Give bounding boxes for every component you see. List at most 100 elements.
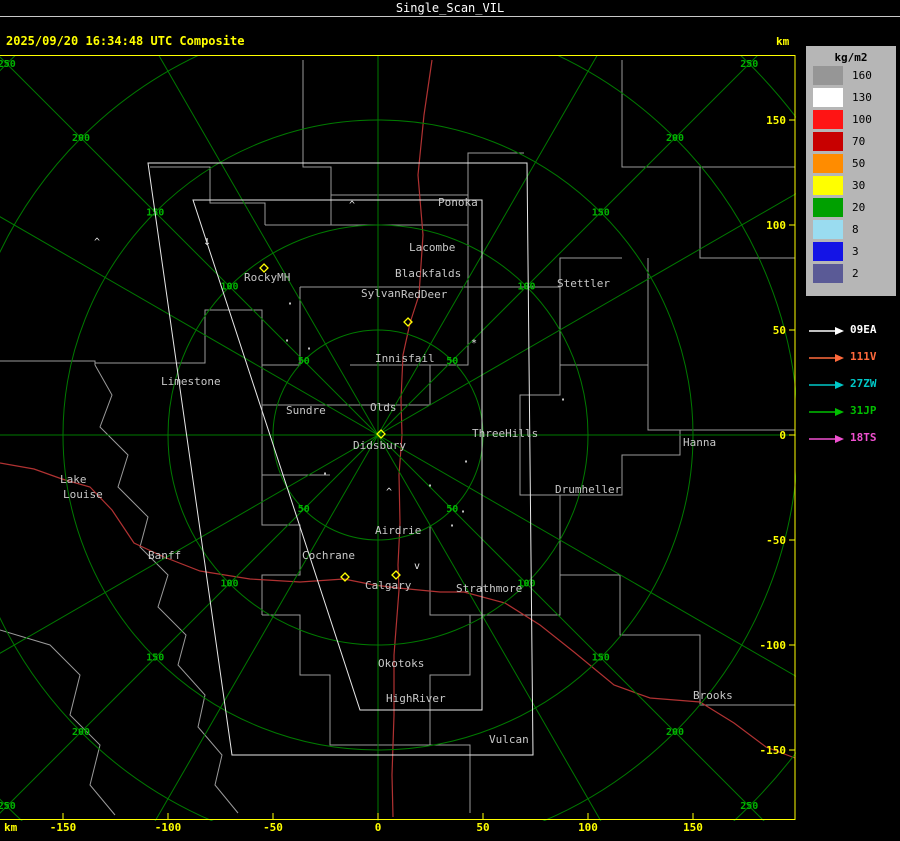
radar-site-legend: 09EA 111V 27ZW 31JP 18TS <box>806 318 900 453</box>
radar-id-label: 18TS <box>850 431 877 444</box>
radar-id-label: 111V <box>850 350 877 363</box>
bottom-axis-label: 150 <box>683 821 703 834</box>
right-axis-label: 50 <box>773 324 786 337</box>
city-label: Limestone <box>161 375 221 388</box>
bottom-axis-label: -150 <box>49 821 77 834</box>
city-label: RockyMH <box>244 271 290 284</box>
colorbar-swatch <box>813 198 843 217</box>
county-boundary-line <box>699 167 795 259</box>
county-boundary-line <box>150 166 266 225</box>
county-boundary-line <box>95 309 263 365</box>
colorbar-value: 3 <box>852 245 859 258</box>
range-ring-label: 150 <box>592 207 610 218</box>
range-ring-label: 250 <box>740 59 758 70</box>
arrow-head <box>835 327 844 335</box>
city-label: Lacombe <box>409 241 455 254</box>
colorbar-row: 160 <box>813 65 896 86</box>
city-label: Blackfalds <box>395 267 461 280</box>
range-ring-label: 100 <box>517 282 535 293</box>
range-ring-label: 250 <box>0 59 16 70</box>
radar-arrow-icon <box>809 381 844 389</box>
county-boundary-line <box>647 258 795 431</box>
county-boundary-line <box>0 629 116 816</box>
range-ring-label: 200 <box>72 727 90 738</box>
city-label: Cochrane <box>302 549 355 562</box>
county-boundary-line <box>0 360 96 365</box>
city-label: Drumheller <box>555 483 622 496</box>
title-separator <box>0 16 900 17</box>
colorbar-value: 160 <box>852 69 872 82</box>
colorbar-row: 100 <box>813 109 896 130</box>
radar-id-label: 31JP <box>850 404 877 417</box>
range-ring-label: 50 <box>298 356 310 367</box>
county-boundary-line <box>261 287 301 405</box>
city-label: Banff <box>148 549 181 562</box>
azimuth-line <box>0 55 759 814</box>
county-boundary-line <box>94 364 239 814</box>
colorbar-swatch <box>813 176 843 195</box>
colorbar-row: 70 <box>813 131 896 152</box>
bottom-axis: km -150 -100 -50 0 50 100 150 <box>0 821 800 839</box>
colorbar-row: 130 <box>813 87 896 108</box>
county-boundary-line <box>559 495 795 706</box>
city-label: Didsbury <box>353 439 406 452</box>
city-label: Vulcan <box>489 733 529 746</box>
bottom-axis-unit-label: km <box>4 821 18 834</box>
colorbar-value: 130 <box>852 91 872 104</box>
city-label: Olds <box>370 401 397 414</box>
radar-legend-row: 31JP <box>806 399 900 426</box>
point-marker: ^ <box>386 487 392 498</box>
colorbar-value: 8 <box>852 223 859 236</box>
radar-map-canvas: 50 5050 50100 100100 100150 150150 150200 20020… <box>0 55 796 821</box>
colorbar-value: 30 <box>852 179 866 192</box>
radar-arrow-icon <box>809 408 844 416</box>
point-marker: v <box>414 561 420 572</box>
radar-legend-row: 111V <box>806 345 900 372</box>
colorbar-value: 100 <box>852 113 872 126</box>
radar-arrow-icon <box>809 327 844 335</box>
colorbar-swatch <box>813 132 843 151</box>
right-axis-label: 100 <box>766 219 786 232</box>
point-marker: · <box>321 467 329 482</box>
city-label: Strathmore <box>456 582 522 595</box>
colorbar-panel: kg/m2 160 130 100 70 50 30 20 8 3 2 <box>806 46 896 296</box>
range-ring-label: 200 <box>666 133 684 144</box>
county-boundary-line <box>262 614 430 746</box>
point-marker: ^ <box>94 237 100 248</box>
city-label: Sundre <box>286 404 326 417</box>
range-ring <box>0 55 796 821</box>
right-axis-unit-label: km <box>776 35 790 48</box>
right-axis-label: 150 <box>766 114 786 127</box>
colorbar-row: 20 <box>813 197 896 218</box>
point-marker: ^ <box>349 200 355 211</box>
range-ring-label: 250 <box>0 801 16 812</box>
point-marker: · <box>286 297 294 312</box>
colorbar-row: 2 <box>813 263 896 284</box>
county-boundary-line <box>262 365 431 406</box>
range-ring-label: 200 <box>72 133 90 144</box>
city-label: Innisfail <box>375 352 435 365</box>
county-boundary-line <box>331 152 524 196</box>
right-axis-label: -50 <box>766 534 786 547</box>
colorbar-swatch <box>813 154 843 173</box>
colorbar-value: 20 <box>852 201 866 214</box>
arrow-head <box>835 408 844 416</box>
city-label: Hanna <box>683 436 716 449</box>
colorbar-scale: 160 130 100 70 50 30 20 8 3 2 <box>806 65 896 284</box>
city-label: Sylvan <box>361 287 401 300</box>
city-label: Okotoks <box>378 657 424 670</box>
bottom-axis-label: 0 <box>374 821 382 834</box>
bottom-axis-label: 50 <box>476 821 490 834</box>
colorbar-swatch <box>813 242 843 261</box>
city-label: ThreeHills <box>472 427 538 440</box>
range-ring-label: 100 <box>220 578 238 589</box>
point-marker: · <box>283 334 291 349</box>
colorbar-swatch <box>813 220 843 239</box>
window-title: Single_Scan_VIL <box>395 1 505 15</box>
bottom-axis-label: -50 <box>263 821 283 834</box>
range-ring-label: 50 <box>446 356 458 367</box>
point-marker: · <box>305 342 313 357</box>
city-label: Airdrie <box>375 524 421 537</box>
colorbar-swatch <box>813 264 843 283</box>
right-axis-label: 0 <box>779 429 786 442</box>
